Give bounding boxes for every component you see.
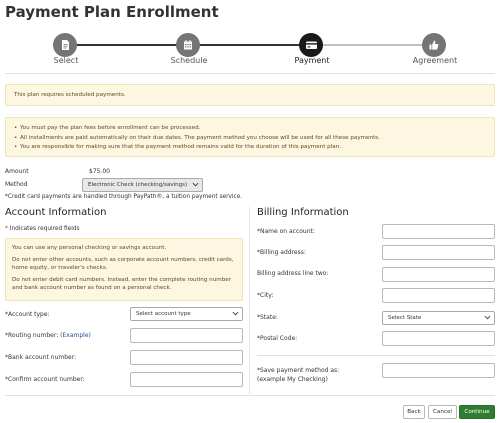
account-type-select[interactable]: Select account type (130, 307, 243, 321)
cancel-button[interactable]: Cancel (428, 405, 457, 419)
billing-address-2-label: Billing address line two: (257, 270, 329, 277)
save-method-label-line: *Save payment method as: (257, 367, 340, 374)
payment-method-select[interactable]: Electronic Check (checking/savings) (82, 178, 203, 192)
billing-info-title: Billing Information (257, 207, 349, 218)
warning-line: Do not enter other accounts, such as cor… (12, 257, 234, 271)
required-note-text: Indicates required fields (7, 226, 80, 232)
routing-example-link[interactable]: (Example) (60, 332, 91, 339)
state-select[interactable]: Select State (382, 311, 495, 325)
postal-code-label: *Postal Code: (257, 335, 298, 342)
state-label: *State: (257, 314, 278, 321)
step-label-schedule: Schedule (170, 56, 208, 65)
document-icon (62, 40, 69, 50)
notice-rule: All installments are paid automatically … (14, 134, 486, 144)
account-info-title: Account Information (5, 207, 107, 218)
bank-account-input[interactable] (130, 350, 243, 365)
step-label-payment: Payment (294, 56, 330, 65)
warning-line: You can use any personal checking or sav… (12, 245, 167, 251)
account-type-value: Select account type (136, 311, 191, 317)
routing-label-text: *Routing number: (5, 332, 61, 339)
column-divider (249, 207, 250, 394)
chevron-down-icon (484, 315, 491, 320)
account-type-label: *Account type: (5, 311, 50, 318)
step-schedule[interactable] (176, 33, 200, 57)
step-payment[interactable] (299, 33, 323, 57)
save-method-input[interactable] (382, 363, 495, 378)
back-button[interactable]: Back (403, 405, 425, 419)
name-on-account-label: *Name on account: (257, 228, 315, 235)
routing-number-input[interactable] (130, 328, 243, 343)
progress-stepper: Select Schedule Payment Agreement (0, 32, 500, 72)
billing-address-2-input[interactable] (382, 267, 495, 282)
save-method-example: (example My Checking) (257, 376, 328, 383)
amount-value: $75.00 (89, 168, 110, 175)
divider (5, 73, 495, 74)
divider (5, 395, 495, 396)
step-label-agreement: Agreement (412, 56, 458, 65)
billing-address-input[interactable] (382, 245, 495, 260)
scheduled-payments-notice: This plan requires scheduled payments. (5, 84, 495, 106)
step-connector (311, 44, 434, 46)
paypath-note: *Credit card payments are handled throug… (5, 194, 243, 200)
name-on-account-input[interactable] (382, 224, 495, 239)
continue-button[interactable]: Continue (459, 405, 495, 419)
account-warning: You can use any personal checking or sav… (5, 238, 243, 301)
postal-code-input[interactable] (382, 331, 495, 346)
chevron-down-icon (232, 311, 239, 316)
routing-number-label: *Routing number: (Example) (5, 332, 91, 339)
step-label-select: Select (53, 56, 79, 65)
save-method-label: *Save payment method as: (example My Chec… (257, 366, 339, 384)
amount-label: Amount (5, 168, 29, 175)
calendar-icon (184, 40, 192, 50)
notice-text: This plan requires scheduled payments. (14, 92, 126, 98)
page-title: Payment Plan Enrollment (5, 3, 219, 21)
confirm-account-input[interactable] (130, 372, 243, 387)
payment-method-value: Electronic Check (checking/savings) (88, 182, 188, 188)
confirm-account-label: *Confirm account number: (5, 376, 85, 383)
notice-rule: You must pay the plan fees before enroll… (14, 124, 486, 134)
divider (257, 355, 495, 356)
step-connector (65, 44, 188, 46)
thumbs-up-icon (429, 40, 439, 50)
notice-rule: You are responsible for making sure that… (14, 143, 486, 153)
step-agreement[interactable] (422, 33, 446, 57)
billing-address-label: *Billing address: (257, 249, 306, 256)
credit-card-icon (305, 41, 317, 49)
plan-rules-notice: You must pay the plan fees before enroll… (5, 117, 495, 157)
step-connector (188, 44, 311, 46)
method-label: Method (5, 181, 28, 188)
chevron-down-icon (192, 182, 199, 187)
city-input[interactable] (382, 288, 495, 303)
required-fields-note: * Indicates required fields (5, 226, 80, 232)
city-label: *City: (257, 292, 274, 299)
warning-line: Do not enter debit card numbers. Instead… (12, 277, 231, 291)
state-value: Select State (388, 315, 422, 321)
bank-account-label: *Bank account number: (5, 354, 77, 361)
step-select[interactable] (53, 33, 77, 57)
